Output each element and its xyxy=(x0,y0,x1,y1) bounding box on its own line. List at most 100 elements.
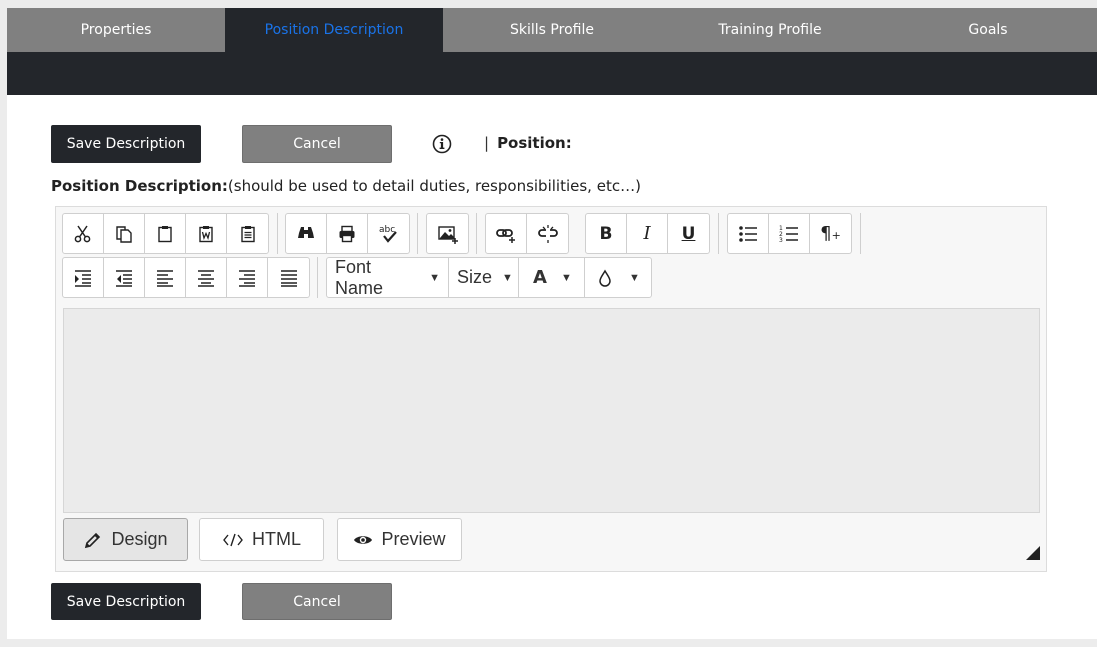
numbered-list-button[interactable]: 123 xyxy=(769,214,810,253)
tab-properties[interactable]: Properties xyxy=(7,8,225,52)
paste-text-icon xyxy=(238,224,258,244)
spellcheck-button[interactable]: abc xyxy=(368,214,409,253)
position-separator: | xyxy=(484,134,490,152)
bulleted-list-button[interactable] xyxy=(728,214,769,253)
caret-down-icon: ▼ xyxy=(429,271,440,284)
copy-button[interactable] xyxy=(104,214,145,253)
copy-icon xyxy=(114,224,134,244)
outdent-icon xyxy=(114,268,134,288)
link-group xyxy=(485,213,569,254)
cancel-button-bottom[interactable]: Cancel xyxy=(242,583,392,620)
unlink-icon xyxy=(537,223,559,245)
bold-icon: B xyxy=(599,223,613,244)
numbered-list-icon: 123 xyxy=(779,224,799,244)
code-icon xyxy=(222,530,252,550)
cancel-button-top[interactable]: Cancel xyxy=(242,125,392,163)
save-description-button-bottom[interactable]: Save Description xyxy=(51,583,201,620)
bold-button[interactable]: B xyxy=(586,214,627,253)
binoculars-icon xyxy=(296,224,316,244)
tab-subbar xyxy=(7,52,1097,95)
bullet-list-icon xyxy=(738,224,758,244)
underline-button[interactable]: U xyxy=(668,214,709,253)
spellcheck-icon: abc xyxy=(378,223,400,245)
align-justify-icon xyxy=(279,268,299,288)
clipboard-group xyxy=(62,213,269,254)
print-button[interactable] xyxy=(327,214,368,253)
cut-button[interactable] xyxy=(63,214,104,253)
insert-link-button[interactable] xyxy=(486,214,527,253)
resize-grip-icon[interactable] xyxy=(1026,546,1040,560)
html-mode-button[interactable]: HTML xyxy=(199,518,324,561)
save-description-button-top[interactable]: Save Description xyxy=(51,125,201,163)
tools-group: abc xyxy=(285,213,410,254)
align-right-button[interactable] xyxy=(227,258,268,297)
printer-icon xyxy=(337,224,357,244)
toolbar-separator xyxy=(317,257,318,298)
caret-down-icon: ▼ xyxy=(629,271,640,284)
paste-plain-text-button[interactable] xyxy=(227,214,268,253)
caret-down-icon: ▼ xyxy=(560,271,572,284)
ink-drop-icon xyxy=(597,269,613,287)
font-name-dropdown[interactable]: Font Name ▼ xyxy=(327,256,449,298)
pencil-icon xyxy=(83,530,111,550)
preview-mode-button[interactable]: Preview xyxy=(337,518,462,561)
font-name-value: Font Name xyxy=(335,256,384,298)
indent-icon xyxy=(73,268,93,288)
text-style-group: B I U xyxy=(585,213,710,254)
toolbar-separator xyxy=(718,213,719,254)
info-icon[interactable] xyxy=(432,134,452,154)
font-color-dropdown[interactable]: A ▼ xyxy=(519,258,585,297)
toolbar-separator xyxy=(417,213,418,254)
alignment-group xyxy=(62,257,310,298)
font-color-icon: A xyxy=(533,267,547,288)
scissors-icon xyxy=(73,224,93,244)
caret-down-icon: ▼ xyxy=(502,271,513,284)
indent-button[interactable] xyxy=(63,258,104,297)
justify-button[interactable] xyxy=(268,258,309,297)
paste-word-icon xyxy=(196,224,216,244)
italic-button[interactable]: I xyxy=(627,214,668,253)
align-right-icon xyxy=(237,268,257,288)
font-size-dropdown[interactable]: Size ▼ xyxy=(449,258,519,297)
html-editor: abc B I U 123 ¶+ Font Name ▼ Size ▼ A ▼ … xyxy=(55,206,1047,572)
paste-from-word-button[interactable] xyxy=(186,214,227,253)
paste-button[interactable] xyxy=(145,214,186,253)
align-center-icon xyxy=(196,268,216,288)
image-add-icon xyxy=(437,223,459,245)
tab-goals[interactable]: Goals xyxy=(879,8,1097,52)
description-label-hint: (should be used to detail duties, respon… xyxy=(227,177,641,195)
html-mode-label: HTML xyxy=(252,529,301,549)
design-mode-button[interactable]: Design xyxy=(63,518,188,561)
list-group: 123 ¶+ xyxy=(727,213,852,254)
description-label: Position Description:(should be used to … xyxy=(51,177,641,195)
design-mode-label: Design xyxy=(111,529,168,549)
position-label: | Position: xyxy=(484,134,572,152)
toolbar-separator xyxy=(476,213,477,254)
image-group xyxy=(426,213,469,254)
italic-icon: I xyxy=(643,223,651,244)
toolbar-separator xyxy=(277,213,278,254)
align-center-button[interactable] xyxy=(186,258,227,297)
underline-icon: U xyxy=(681,223,696,244)
preview-mode-label: Preview xyxy=(381,529,446,549)
outdent-button[interactable] xyxy=(104,258,145,297)
tab-training-profile[interactable]: Training Profile xyxy=(661,8,879,52)
eye-icon xyxy=(353,530,381,550)
tab-skills-profile[interactable]: Skills Profile xyxy=(443,8,661,52)
toolbar-separator xyxy=(860,213,861,254)
tab-bar: Properties Position Description Skills P… xyxy=(7,8,1097,52)
tab-position-description[interactable]: Position Description xyxy=(225,8,443,52)
insert-paragraph-button[interactable]: ¶+ xyxy=(810,214,851,253)
remove-link-button[interactable] xyxy=(527,214,568,253)
description-label-title: Position Description: xyxy=(51,177,228,195)
align-left-icon xyxy=(155,268,175,288)
background-color-dropdown[interactable]: ▼ xyxy=(585,258,651,297)
clipboard-icon xyxy=(155,224,175,244)
link-icon xyxy=(495,223,517,245)
font-group: Font Name ▼ Size ▼ A ▼ ▼ xyxy=(326,257,652,298)
find-button[interactable] xyxy=(286,214,327,253)
align-left-button[interactable] xyxy=(145,258,186,297)
insert-image-button[interactable] xyxy=(427,214,468,253)
font-size-value: Size xyxy=(457,267,493,287)
editor-content-area[interactable] xyxy=(63,308,1040,513)
